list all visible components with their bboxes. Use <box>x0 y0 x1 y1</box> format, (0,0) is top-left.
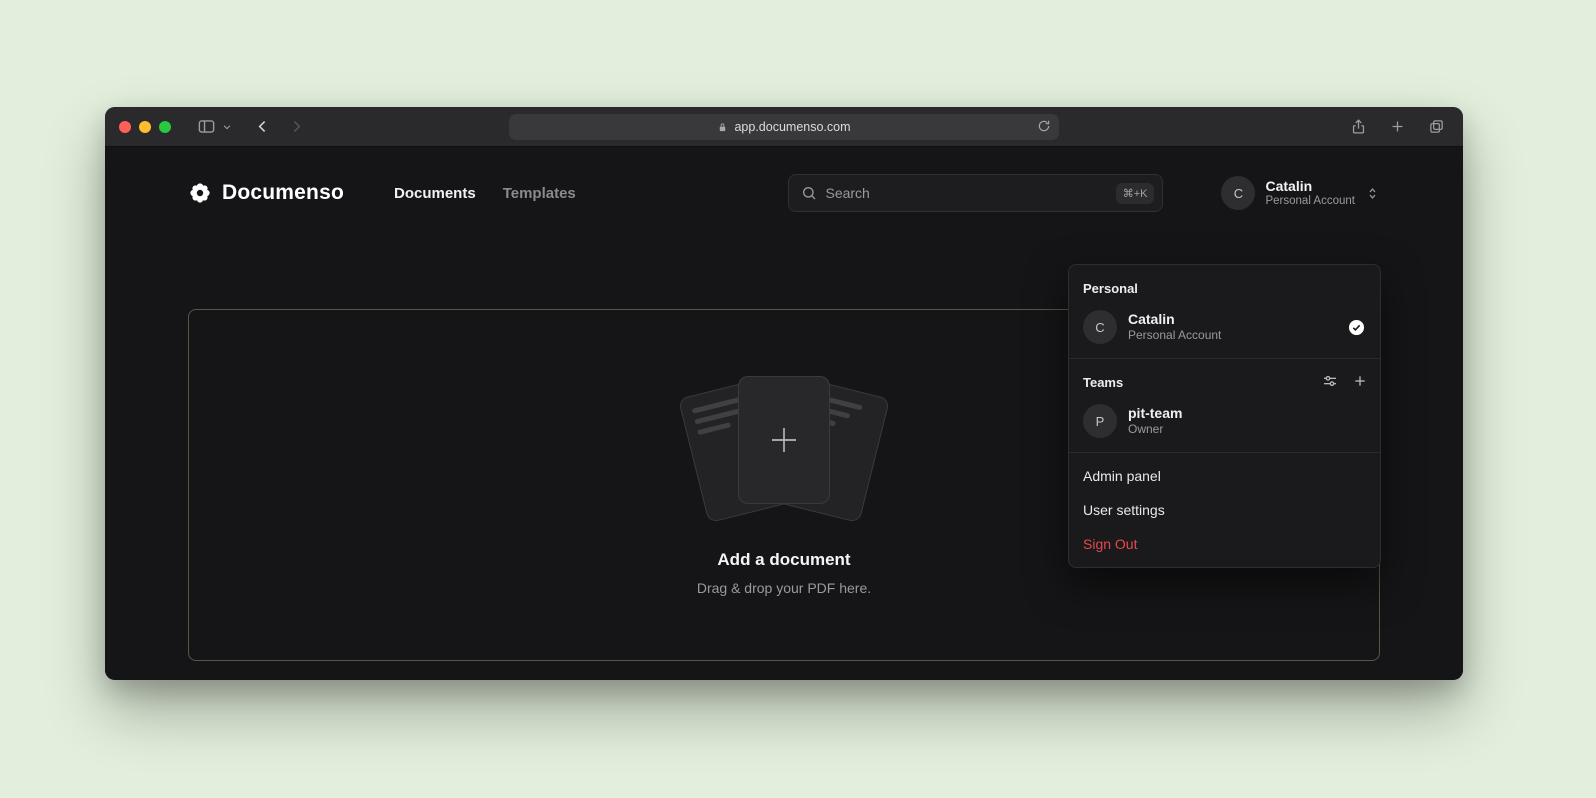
menu-divider <box>1069 358 1380 359</box>
url-text: app.documenso.com <box>734 120 850 134</box>
forward-icon[interactable] <box>283 114 309 140</box>
search-icon <box>801 185 817 201</box>
menu-item-admin-panel[interactable]: Admin panel <box>1069 459 1380 493</box>
menu-teams-heading: Teams <box>1069 365 1137 396</box>
share-icon[interactable] <box>1345 114 1371 140</box>
search-input[interactable] <box>825 185 1115 201</box>
nav-templates[interactable]: Templates <box>503 185 576 202</box>
personal-avatar: C <box>1083 310 1117 344</box>
account-avatar: C <box>1221 176 1255 210</box>
nav-documents[interactable]: Documents <box>394 185 476 202</box>
reload-icon[interactable] <box>1037 119 1051 133</box>
account-name: Catalin <box>1265 178 1355 195</box>
account-text: Catalin Personal Account <box>1265 178 1355 209</box>
account-menu: Personal C Catalin Personal Account Team… <box>1068 264 1381 568</box>
menu-item-user-settings[interactable]: User settings <box>1069 493 1380 527</box>
brand-name: Documenso <box>222 181 344 205</box>
lock-icon <box>717 122 728 133</box>
account-type: Personal Account <box>1265 195 1355 209</box>
traffic-lights <box>119 121 171 133</box>
back-icon[interactable] <box>249 114 275 140</box>
manage-teams-icon[interactable] <box>1322 373 1338 389</box>
sidebar-chevron-down-icon[interactable] <box>219 114 235 140</box>
menu-item-personal-account[interactable]: C Catalin Personal Account <box>1069 302 1380 352</box>
account-switcher-button[interactable]: C Catalin Personal Account <box>1221 176 1380 210</box>
search-box[interactable]: ⌘+K <box>788 174 1163 212</box>
documenso-logo-icon <box>188 181 212 205</box>
team-text: pit-team Owner <box>1128 405 1182 438</box>
menu-item-sign-out[interactable]: Sign Out <box>1069 527 1380 561</box>
app-content: Documenso Documents Templates ⌘+K C Cata… <box>105 147 1463 679</box>
dropzone-title: Add a document <box>717 550 850 570</box>
personal-text: Catalin Personal Account <box>1128 311 1221 344</box>
toolbar-right-actions <box>1345 114 1449 140</box>
browser-window: app.documenso.com <box>105 107 1463 680</box>
menu-personal-heading: Personal <box>1069 271 1380 302</box>
personal-name: Catalin <box>1128 311 1221 329</box>
team-name: pit-team <box>1128 405 1182 423</box>
chevrons-up-down-icon <box>1365 186 1380 201</box>
brand[interactable]: Documenso <box>188 181 344 205</box>
window-zoom-button[interactable] <box>159 121 171 133</box>
check-circle-icon <box>1347 318 1366 337</box>
teams-heading-row: Teams <box>1069 365 1380 396</box>
menu-divider <box>1069 452 1380 453</box>
address-bar[interactable]: app.documenso.com <box>509 114 1059 140</box>
add-team-icon[interactable] <box>1352 373 1368 389</box>
team-avatar: P <box>1083 404 1117 438</box>
teams-actions <box>1322 373 1368 389</box>
app-header: Documenso Documents Templates ⌘+K C Cata… <box>105 147 1463 212</box>
main-nav: Documents Templates <box>394 185 576 202</box>
browser-toolbar: app.documenso.com <box>105 107 1463 147</box>
window-minimize-button[interactable] <box>139 121 151 133</box>
plus-icon <box>766 422 802 458</box>
new-tab-icon[interactable] <box>1384 114 1410 140</box>
window-close-button[interactable] <box>119 121 131 133</box>
sidebar-toggle-icon[interactable] <box>193 114 219 140</box>
team-role: Owner <box>1128 422 1182 437</box>
tab-overview-icon[interactable] <box>1423 114 1449 140</box>
dropzone-subtitle: Drag & drop your PDF here. <box>697 580 871 596</box>
document-card-center <box>738 376 830 504</box>
search-shortcut-badge: ⌘+K <box>1116 183 1155 204</box>
menu-item-team[interactable]: P pit-team Owner <box>1069 396 1380 446</box>
documents-illustration <box>684 374 884 526</box>
personal-description: Personal Account <box>1128 328 1221 343</box>
